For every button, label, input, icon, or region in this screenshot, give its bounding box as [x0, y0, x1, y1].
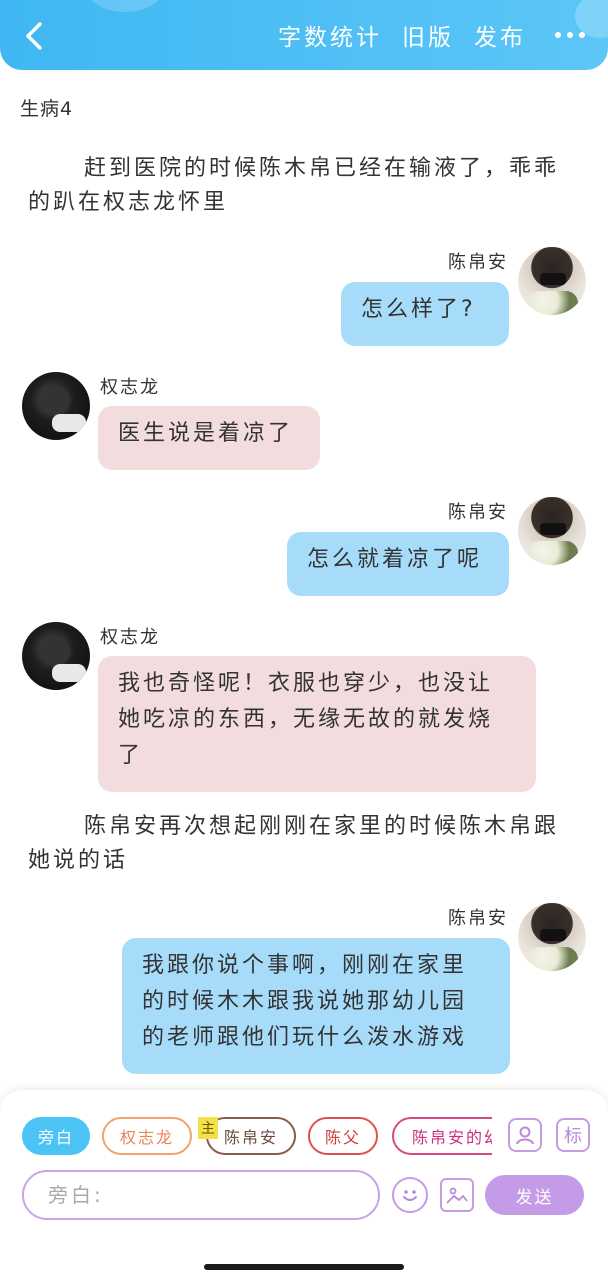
send-button[interactable]: 发送: [485, 1175, 584, 1215]
publish-button[interactable]: 发布: [474, 18, 526, 52]
chat-bubble-left[interactable]: 我也奇怪呢！衣服也穿少，也没让她吃凉的东西，无缘无故的就发烧了: [98, 656, 536, 792]
role-chip[interactable]: 陈帛安: [206, 1117, 296, 1155]
role-chip[interactable]: 陈父: [308, 1117, 378, 1155]
role-chip-narrator[interactable]: 旁白: [22, 1117, 90, 1155]
chat-bubble-right[interactable]: 我跟你说个事啊，刚刚在家里的时候木木跟我说她那幼儿园的老师跟他们玩什么泼水游戏: [122, 938, 510, 1074]
avatar[interactable]: [518, 903, 586, 971]
narration-text[interactable]: 陈帛安再次想起刚刚在家里的时候陈木帛跟她说的话: [28, 810, 574, 878]
emoji-icon[interactable]: [392, 1177, 428, 1213]
sender-name: 陈帛安: [448, 502, 508, 523]
word-count-link[interactable]: 字数统计: [278, 18, 382, 52]
sender-name: 陈帛安: [448, 908, 508, 929]
back-button[interactable]: [14, 16, 54, 56]
person-card-icon[interactable]: [508, 1118, 542, 1152]
avatar[interactable]: [518, 497, 586, 565]
home-indicator[interactable]: [204, 1264, 404, 1270]
main-character-badge: 主: [198, 1117, 218, 1139]
chevron-left-icon: [26, 22, 42, 50]
chapter-title: 生病4: [20, 98, 74, 120]
more-dots-icon[interactable]: [546, 15, 594, 55]
chat-bubble-right[interactable]: 怎么样了?: [341, 282, 509, 346]
role-chip[interactable]: 陈帛安的幼: [392, 1117, 492, 1155]
header-actions: 字数统计 旧版 发布: [278, 0, 608, 70]
dialogue-input[interactable]: [22, 1170, 380, 1220]
chat-bubble-right[interactable]: 怎么就着凉了呢: [287, 532, 509, 596]
tag-button[interactable]: 标: [556, 1118, 590, 1152]
avatar[interactable]: [22, 622, 90, 690]
chat-bubble-left[interactable]: 医生说是着凉了: [98, 406, 320, 470]
image-icon[interactable]: [440, 1178, 474, 1212]
top-bar: 字数统计 旧版 发布: [0, 0, 608, 70]
role-chip[interactable]: 权志龙: [102, 1117, 192, 1155]
old-version-link[interactable]: 旧版: [402, 18, 454, 52]
narration-text[interactable]: 赶到医院的时候陈木帛已经在输液了，乖乖的趴在权志龙怀里: [28, 152, 574, 220]
role-selector: 旁白 权志龙 陈帛安 陈父 陈帛安的幼: [22, 1117, 492, 1155]
sender-name: 权志龙: [100, 627, 160, 648]
avatar[interactable]: [22, 372, 90, 440]
avatar[interactable]: [518, 247, 586, 315]
sender-name: 陈帛安: [448, 252, 508, 273]
sender-name: 权志龙: [100, 377, 160, 398]
decor-bubble: [85, 0, 165, 12]
